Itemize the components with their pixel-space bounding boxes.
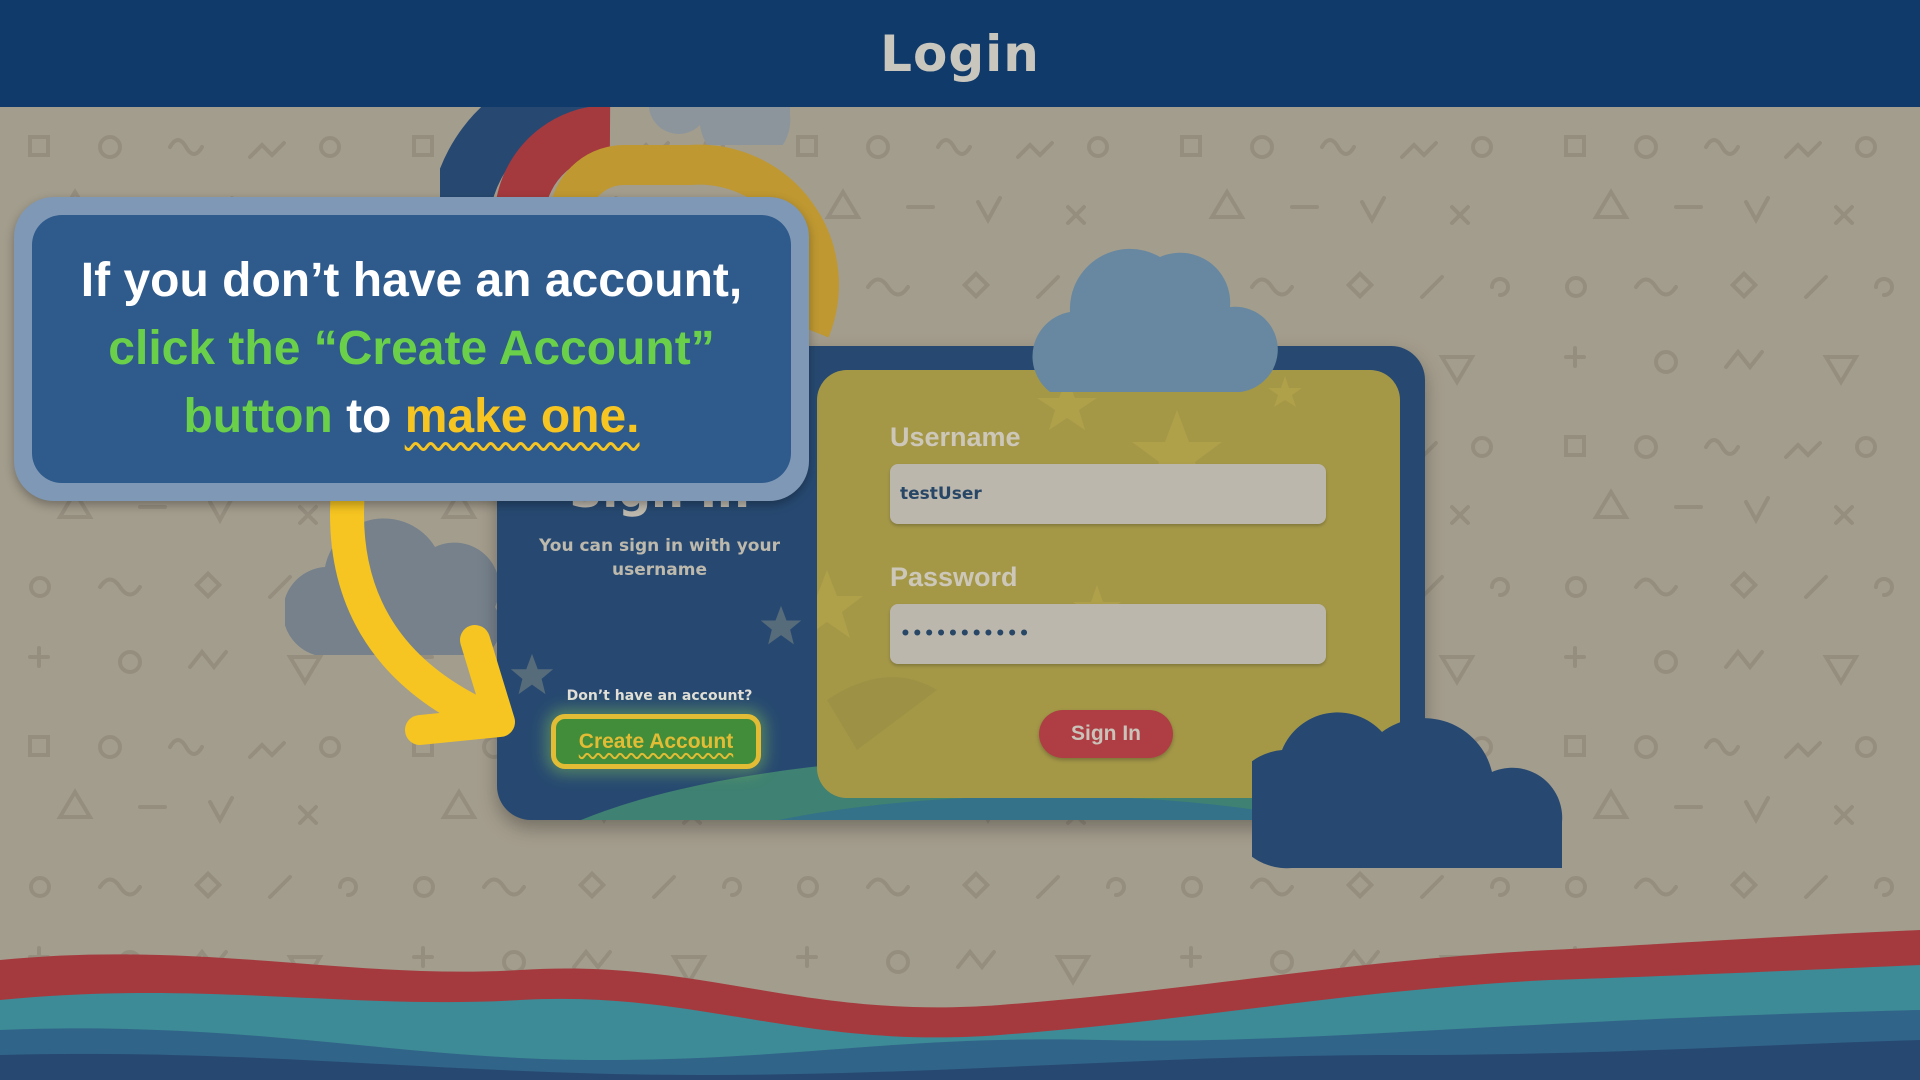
callout-body: If you don’t have an account, click the … <box>32 215 791 483</box>
callout-line-1: If you don’t have an account, <box>80 254 743 307</box>
create-account-label: Create Account <box>578 729 734 753</box>
no-account-prompt: Don’t have an account? <box>566 688 753 704</box>
cloud-icon <box>1252 712 1563 869</box>
signin-subtext: You can sign in with your username <box>539 536 780 580</box>
username-field[interactable]: testUser <box>890 464 1326 524</box>
callout-line-3: button to make one. <box>183 383 639 451</box>
callout-make-one: make one. <box>404 390 640 443</box>
page-title: Login <box>880 24 1040 83</box>
callout-line-2: click the “Create Account” <box>108 322 715 375</box>
callout-to-word: to <box>332 390 405 443</box>
tutorial-callout: If you don’t have an account, click the … <box>14 197 809 501</box>
create-account-button[interactable]: Create Account <box>551 714 761 769</box>
username-label: Username <box>890 422 1021 452</box>
sign-in-button[interactable]: Sign In <box>1039 710 1173 758</box>
password-field[interactable]: ••••••••••• <box>890 604 1326 664</box>
callout-button-word: button <box>183 390 333 443</box>
pointer-arrow-icon <box>330 490 515 745</box>
star-icon <box>760 605 802 645</box>
password-label: Password <box>890 562 1018 592</box>
header-bar: Login <box>0 0 1920 107</box>
wave-decoration <box>0 930 1920 1080</box>
cloud-icon <box>1032 248 1278 392</box>
